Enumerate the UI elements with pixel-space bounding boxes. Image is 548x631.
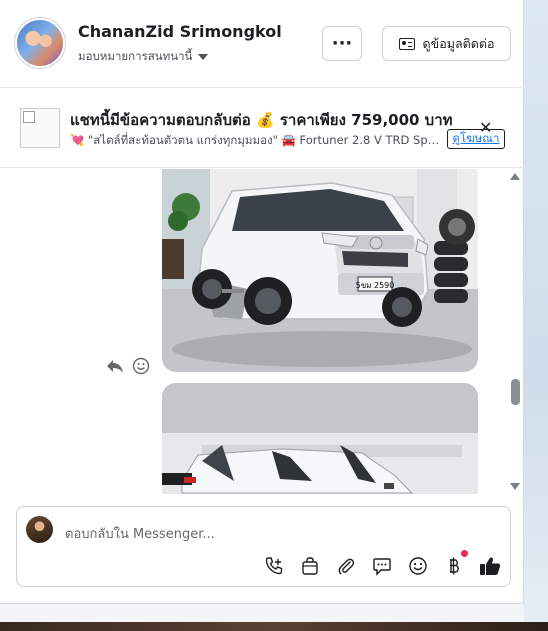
contact-name[interactable]: ChananZid Srimongkol [78, 22, 282, 41]
react-emoji-icon[interactable] [132, 357, 150, 379]
car-photo-front: 5ขม 2590 [162, 169, 478, 372]
assign-label: มอบหมายการสนทนานี้ [78, 49, 193, 63]
ad-title: แชทนี้มีข้อความตอบกลับต่อ 💰 ราคาเพียง 75… [70, 111, 453, 129]
view-contact-label: ดูข้อมูลติดต่อ [422, 35, 495, 51]
reply-icon[interactable] [106, 358, 124, 378]
chevron-down-icon [198, 54, 209, 60]
scroll-up-arrow[interactable] [510, 173, 520, 180]
conversation-panel: ChananZid Srimongkol มอบหมายการสนทนานี้ … [0, 0, 524, 604]
message-list[interactable]: 5ขม 2590 [0, 169, 524, 494]
ad-context-banner: แชทนี้มีข้อความตอบกลับต่อ 💰 ราคาเพียง 75… [0, 88, 524, 168]
shopping-bag-icon[interactable] [296, 554, 324, 578]
phone-add-icon[interactable] [260, 554, 288, 578]
thumbs-up-icon[interactable] [476, 554, 504, 578]
reply-input[interactable]: ตอบกลับใน Messenger... [65, 523, 215, 544]
page-avatar [26, 516, 53, 543]
emoji-icon[interactable] [404, 554, 432, 578]
notification-dot [461, 550, 468, 557]
background-right [524, 0, 548, 631]
reply-composer[interactable]: ตอบกลับใน Messenger... [16, 506, 511, 587]
ad-subtitle: 💘 "สไตล์ที่สะท้อนตัวตน แกร่งทุกมุมมอง" 🚘… [70, 133, 442, 147]
scrollbar-thumb[interactable] [511, 379, 520, 405]
car-photo-message[interactable]: 5ขม 2590 [162, 169, 478, 372]
composer-toolbar [260, 550, 504, 578]
message-actions [106, 357, 150, 379]
baht-icon[interactable] [440, 550, 468, 578]
conversation-header: ChananZid Srimongkol มอบหมายการสนทนานี้ … [0, 0, 524, 88]
ad-thumbnail [20, 108, 60, 148]
saved-reply-icon[interactable] [368, 554, 396, 578]
taskbar-edge [0, 622, 548, 631]
avatar[interactable] [15, 18, 65, 68]
car-photo-message-2[interactable] [162, 383, 478, 494]
assign-conversation-dropdown[interactable]: มอบหมายการสนทนานี้ [78, 48, 209, 66]
view-ad-link[interactable]: ดูโฆษณา [447, 129, 505, 149]
license-plate: 5ขม 2590 [356, 281, 395, 290]
scroll-down-arrow[interactable] [510, 483, 520, 490]
panel-footer [0, 604, 524, 622]
paperclip-icon[interactable] [332, 554, 360, 578]
view-contact-button[interactable]: ดูข้อมูลติดต่อ [382, 26, 511, 61]
id-card-icon [398, 37, 415, 50]
more-options-button[interactable]: ··· [322, 26, 362, 61]
car-photo-side [162, 383, 478, 494]
